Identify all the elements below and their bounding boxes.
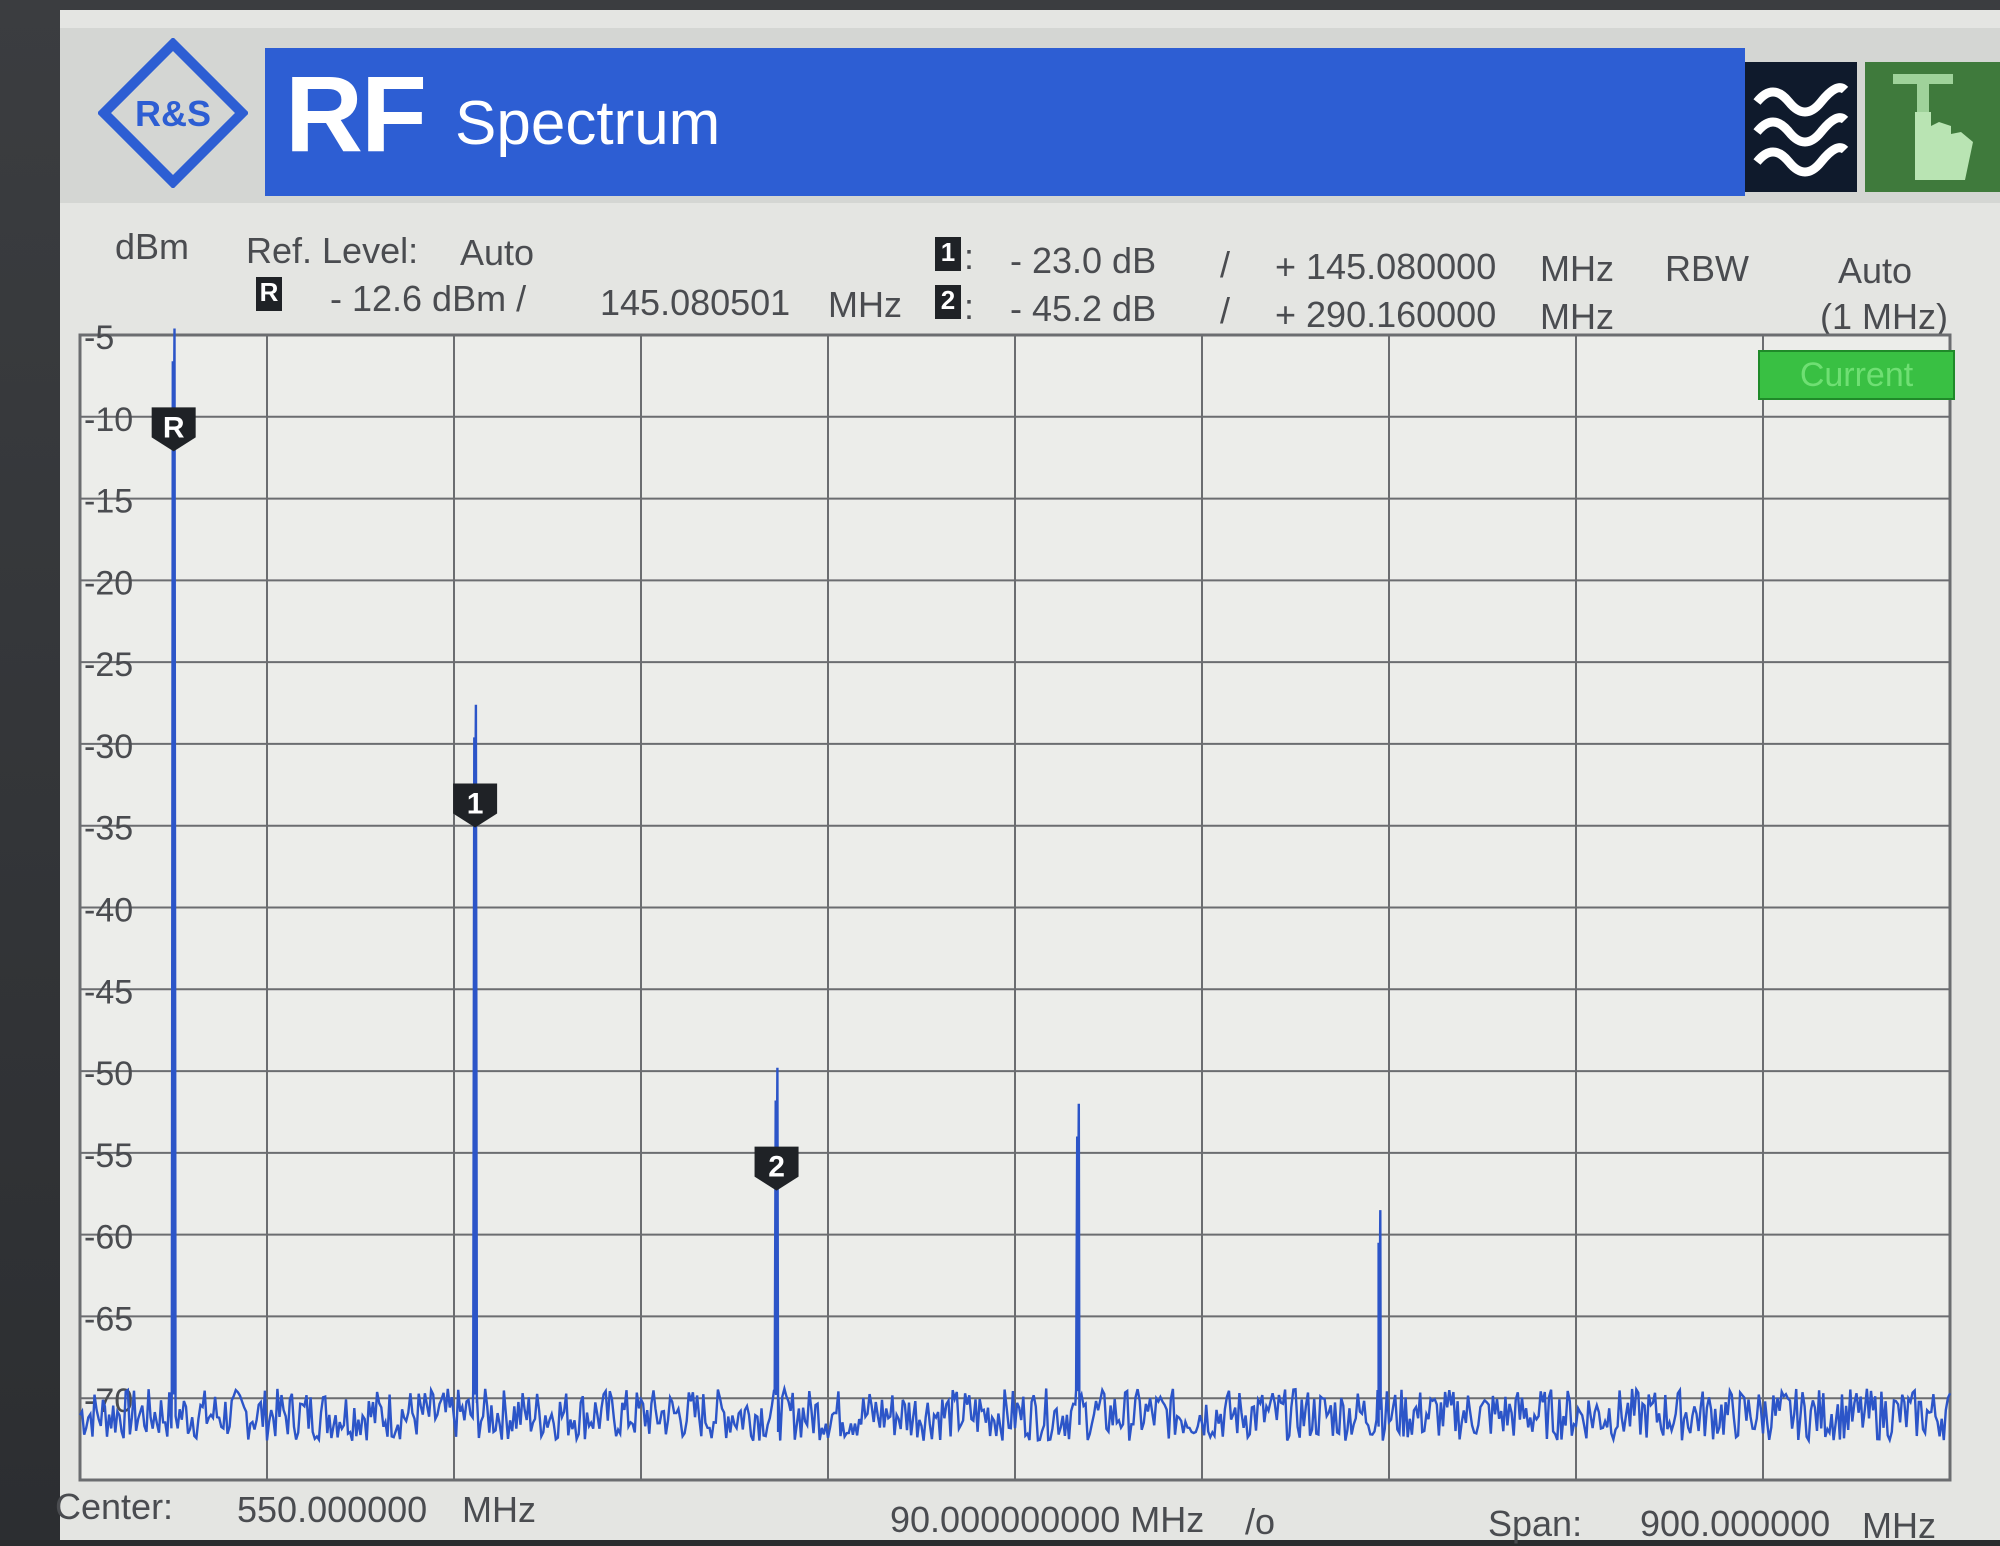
center-unit: MHz (462, 1489, 536, 1530)
y-tick-label: -25 (84, 646, 133, 684)
span-unit: MHz (1862, 1505, 1936, 1546)
center-label: Center: (55, 1486, 174, 1527)
div-value: 90.000000000 MHz (890, 1499, 1205, 1540)
span-value: 900.000000 (1640, 1503, 1831, 1544)
plot-grid (78, 333, 1952, 1482)
y-tick-label: -40 (84, 892, 133, 930)
y-tick-label: -5 (84, 319, 114, 357)
trace-current-badge[interactable]: Current (1758, 350, 1955, 400)
center-value: 550.000000 (237, 1489, 428, 1530)
spectrum-plot[interactable]: -5-10-15-20-25-30-35-40-45-50-55-60-65-7… (0, 0, 2000, 1540)
y-tick-label: -60 (84, 1219, 133, 1257)
y-tick-label: -30 (84, 728, 133, 766)
y-tick-label: -35 (84, 810, 133, 848)
marker-label: 1 (467, 788, 484, 821)
span-label: Span: (1488, 1503, 1583, 1544)
y-tick-label: -20 (84, 564, 133, 602)
y-tick-label: -65 (84, 1300, 133, 1338)
y-tick-label: -55 (84, 1137, 133, 1175)
y-tick-label: -10 (84, 401, 133, 439)
y-tick-label: -15 (84, 483, 133, 521)
marker-label: R (163, 411, 185, 444)
div-unit: /o (1245, 1501, 1276, 1542)
y-tick-label: -45 (84, 973, 133, 1011)
marker-label: 2 (768, 1151, 785, 1184)
y-tick-label: -50 (84, 1055, 133, 1093)
